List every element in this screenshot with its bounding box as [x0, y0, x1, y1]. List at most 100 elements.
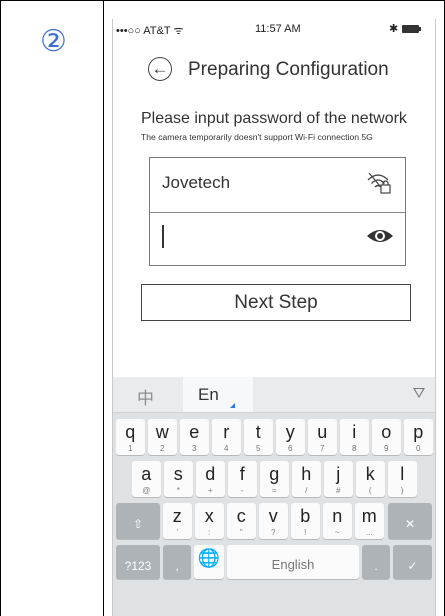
key-a-alt-label: @: [142, 486, 151, 495]
key-d[interactable]: d +: [196, 461, 225, 497]
key-f[interactable]: f-: [228, 461, 257, 497]
password-field[interactable]: [170, 218, 354, 256]
key-e[interactable]: e3: [180, 419, 209, 455]
key-b-alt-label: !: [304, 528, 307, 537]
key-y[interactable]: y6: [276, 419, 305, 455]
key-j-label: j: [336, 464, 341, 484]
key-u-label: u: [317, 422, 328, 442]
key-q[interactable]: q1: [116, 419, 145, 455]
key-g-alt-label: =: [271, 486, 277, 495]
key-x-label: x: [204, 506, 214, 526]
keyboard: 中 En q 1 w 2 e 3 r 4 t 5 y 6 u 7 i 8 o 9 p 0 a @ s * d + f - g = h / j # k…: [113, 377, 435, 616]
wifi-lock-icon: [367, 172, 391, 194]
key-t[interactable]: t5: [244, 419, 273, 455]
key-v-alt-label: ?: [271, 528, 276, 537]
period-key[interactable]: .: [362, 545, 390, 579]
key-y-alt-label: 6: [288, 444, 293, 453]
key-n-alt-label: ~: [334, 528, 340, 537]
key-k-label: k: [365, 464, 375, 484]
key-v[interactable]: v?: [259, 503, 288, 539]
symbols-key[interactable]: ?123: [116, 545, 160, 579]
key-r-alt-label: 4: [224, 444, 229, 453]
collapse-keyboard-icon[interactable]: [413, 388, 425, 398]
key-m[interactable]: m...: [355, 503, 384, 539]
shift-key-label: ⇧: [132, 517, 144, 531]
enter-key[interactable]: ✓: [393, 545, 432, 579]
key-s-label: s: [173, 464, 183, 484]
key-n[interactable]: n ~: [323, 503, 352, 539]
key-g[interactable]: g =: [260, 461, 289, 497]
password-prompt: Please input password of the network: [141, 110, 407, 127]
phone-screen: •••○○ AT&T ᯤ 11:57 AM ✱ ← Preparing Conf…: [112, 19, 436, 616]
header: ← Preparing Configuration: [113, 52, 435, 90]
symbols-key-label: ?123: [124, 559, 152, 573]
battery-icon: [402, 25, 421, 33]
space-key[interactable]: English: [227, 545, 359, 579]
key-l[interactable]: l): [388, 461, 417, 497]
wifi-status-icon: ᯤ: [173, 25, 184, 37]
next-step-button[interactable]: Next Step: [141, 284, 411, 321]
key-u[interactable]: u7: [308, 419, 337, 455]
key-i[interactable]: i8: [340, 419, 369, 455]
key-t-alt-label: 5: [256, 444, 261, 453]
delete-key-label: ✕: [404, 517, 416, 531]
key-e-label: e: [189, 422, 200, 442]
key-j-alt-label: #: [336, 486, 341, 495]
key-r-label: r: [223, 422, 230, 442]
key-w[interactable]: w2: [148, 419, 177, 455]
key-m-label: m: [361, 506, 377, 526]
chinese-input-tab[interactable]: 中: [137, 384, 154, 409]
key-a-label: a: [141, 464, 152, 484]
key-j[interactable]: j #: [324, 461, 353, 497]
comma-key[interactable]: ,: [163, 545, 191, 579]
ssid-field[interactable]: Jovetech: [162, 173, 230, 193]
key-w-alt-label: 2: [160, 444, 165, 453]
key-x[interactable]: x:: [195, 503, 224, 539]
status-bar: •••○○ AT&T ᯤ 11:57 AM ✱: [113, 23, 435, 37]
table-border-top: [0, 0, 445, 1]
key-h-label: h: [301, 464, 312, 484]
key-s[interactable]: s *: [164, 461, 193, 497]
key-o-label: o: [381, 422, 392, 442]
key-z-alt-label: ': [176, 528, 179, 537]
globe-icon-label: 🌐: [197, 548, 221, 568]
wifi-5g-notice: The camera temporarily doesn't support W…: [141, 132, 373, 142]
key-p-label: p: [413, 422, 424, 442]
delete-key[interactable]: ✕: [388, 503, 432, 539]
space-key-label: English: [271, 557, 315, 572]
key-z-label: z: [172, 506, 182, 526]
key-p[interactable]: p0: [404, 419, 433, 455]
key-g-label: g: [269, 464, 280, 484]
key-b[interactable]: b!: [291, 503, 320, 539]
key-q-label: q: [125, 422, 136, 442]
carrier-label: •••○○ AT&T ᯤ: [116, 25, 184, 37]
document-page: ② •••○○ AT&T ᯤ 11:57 AM ✱ ← Preparing Co…: [0, 0, 445, 616]
key-y-label: y: [285, 422, 295, 442]
key-o-alt-label: 9: [384, 444, 389, 453]
key-c[interactable]: c ": [227, 503, 256, 539]
key-o[interactable]: o9: [372, 419, 401, 455]
key-m-alt-label: ...: [365, 528, 373, 537]
key-a[interactable]: a @: [132, 461, 161, 497]
network-form: Jovetech: [149, 157, 406, 266]
key-d-alt-label: +: [207, 486, 213, 495]
active-language-marker: [230, 403, 235, 408]
key-r[interactable]: r4: [212, 419, 241, 455]
back-arrow-icon[interactable]: ←: [148, 57, 172, 81]
key-h[interactable]: h /: [292, 461, 321, 497]
key-v-label: v: [268, 506, 278, 526]
key-b-label: b: [300, 506, 311, 526]
shift-key[interactable]: ⇧: [116, 503, 160, 539]
key-q-alt-label: 1: [128, 444, 133, 453]
table-border-middle: [103, 0, 104, 616]
key-d-label: d: [205, 464, 216, 484]
eye-icon[interactable]: [366, 227, 394, 245]
key-n-label: n: [332, 506, 343, 526]
key-s-alt-label: *: [176, 486, 180, 495]
key-z[interactable]: z ': [163, 503, 192, 539]
key-u-alt-label: 7: [320, 444, 325, 453]
key-k[interactable]: k(: [356, 461, 385, 497]
globe-icon[interactable]: 🌐: [194, 545, 224, 579]
step-number: ②: [40, 24, 67, 59]
key-f-alt-label: -: [240, 486, 244, 495]
